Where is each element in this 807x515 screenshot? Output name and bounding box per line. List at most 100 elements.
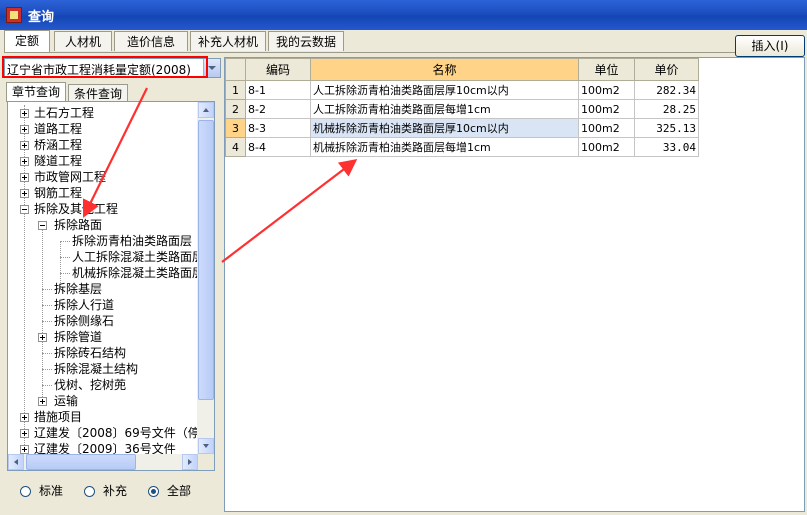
radio-standard-circle[interactable]	[20, 486, 31, 497]
tree-item-label: 拆除及其他工程	[34, 202, 119, 216]
tree-item-label: 拆除管道	[54, 330, 103, 344]
table-header-row: 编码 名称 单位 单价	[225, 58, 699, 81]
row-number[interactable]: 4	[225, 137, 246, 157]
tree-item-label: 辽建发〔2008〕69号文件（停止	[34, 426, 212, 440]
vertical-scrollbar[interactable]	[197, 102, 214, 454]
cell-code[interactable]: 8-2	[245, 99, 311, 119]
expand-icon[interactable]	[38, 333, 47, 342]
tree-item-label: 机械拆除混凝土类路面层	[72, 266, 205, 280]
quota-table: 编码 名称 单位 单价 1 8-1 人工拆除沥青柏油类路面层厚10cm以内 10…	[225, 58, 699, 157]
tree-connector	[60, 257, 70, 258]
table-row[interactable]: 4 8-4 机械拆除沥青柏油类路面层每增1cm 100m2 33.04	[225, 137, 699, 157]
insert-button[interactable]: 插入(I)	[735, 35, 805, 57]
cell-code[interactable]: 8-3	[245, 118, 311, 138]
chevron-down-icon[interactable]	[203, 59, 220, 77]
collapse-icon[interactable]	[38, 221, 47, 230]
scroll-thumb[interactable]	[198, 120, 214, 400]
cell-name[interactable]: 人工拆除沥青柏油类路面层厚10cm以内	[310, 80, 579, 100]
expand-icon[interactable]	[20, 189, 29, 198]
tree-connector	[42, 369, 52, 370]
cell-price[interactable]: 325.13	[634, 118, 699, 138]
table-row[interactable]: 2 8-2 人工拆除沥青柏油类路面层每增1cm 100m2 28.25	[225, 99, 699, 119]
title-bar: 查询	[0, 0, 807, 30]
tree-connector	[42, 385, 52, 386]
cell-unit[interactable]: 100m2	[578, 118, 635, 138]
cell-code[interactable]: 8-1	[245, 80, 311, 100]
collapse-icon[interactable]	[20, 205, 29, 214]
tab-quota[interactable]: 定额	[4, 30, 50, 53]
row-number[interactable]: 1	[225, 80, 246, 100]
tree-item-label: 拆除人行道	[54, 298, 115, 312]
scroll-down-icon[interactable]	[198, 438, 214, 454]
tab-cost-info[interactable]: 造价信息	[114, 31, 188, 51]
tree-item-label: 市政管网工程	[34, 170, 107, 184]
radio-all-circle[interactable]	[148, 486, 159, 497]
expand-icon[interactable]	[20, 109, 29, 118]
expand-icon[interactable]	[20, 157, 29, 166]
main-tabs: 定额 人材机 造价信息 补充人材机 我的云数据	[4, 30, 804, 53]
tab-chapter-query[interactable]: 章节查询	[6, 82, 66, 102]
tree-item-label: 运输	[54, 394, 79, 408]
column-header-price[interactable]: 单价	[634, 58, 699, 81]
tree-connector	[60, 241, 70, 242]
expand-icon[interactable]	[20, 429, 29, 438]
cell-price[interactable]: 28.25	[634, 99, 699, 119]
tab-condition-query[interactable]: 条件查询	[68, 84, 128, 102]
tree-guide-line	[42, 225, 43, 405]
radio-standard-label: 标准	[39, 484, 64, 498]
app-icon	[6, 7, 22, 23]
cell-price[interactable]: 33.04	[634, 137, 699, 157]
expand-icon[interactable]	[20, 141, 29, 150]
tree-item-label: 拆除侧缘石	[54, 314, 115, 328]
radio-all-label: 全部	[167, 484, 192, 498]
scroll-right-icon[interactable]	[182, 454, 198, 470]
cell-unit[interactable]: 100m2	[578, 99, 635, 119]
column-header-rownum	[225, 58, 246, 81]
expand-icon[interactable]	[20, 173, 29, 182]
tree-item-label: 隧道工程	[34, 154, 83, 168]
tree-item-label: 拆除路面	[54, 218, 103, 232]
quota-library-value: 辽宁省市政工程消耗量定额(2008)	[7, 63, 191, 77]
tree-connector	[42, 305, 52, 306]
tab-divider	[4, 52, 804, 53]
window-title: 查询	[28, 10, 55, 25]
cell-name[interactable]: 机械拆除沥青柏油类路面层每增1cm	[310, 137, 579, 157]
tree-item-label: 桥涵工程	[34, 138, 83, 152]
tree-item-label: 伐树、挖树蔸	[54, 378, 127, 392]
chapter-tree[interactable]: 土石方工程 道路工程 桥涵工程 隧道工程 市政管网工程 钢筋工程 拆除及其他工程 拆除路面 拆除…	[7, 101, 215, 471]
radio-supplement-circle[interactable]	[84, 486, 95, 497]
tree-item-label: 拆除混凝土结构	[54, 362, 139, 376]
cell-unit[interactable]: 100m2	[578, 80, 635, 100]
column-header-name[interactable]: 名称	[310, 58, 579, 81]
expand-icon[interactable]	[38, 397, 47, 406]
tree-item-label: 拆除砖石结构	[54, 346, 127, 360]
row-number[interactable]: 2	[225, 99, 246, 119]
cell-name[interactable]: 人工拆除沥青柏油类路面层每增1cm	[310, 99, 579, 119]
table-row-current[interactable]: 3 8-3 机械拆除沥青柏油类路面层厚10cm以内 100m2 325.13	[225, 118, 699, 138]
scroll-up-icon[interactable]	[198, 102, 214, 118]
cell-code[interactable]: 8-4	[245, 137, 311, 157]
scroll-thumb-horizontal[interactable]	[26, 454, 136, 470]
quota-library-select[interactable]: 辽宁省市政工程消耗量定额(2008)	[4, 58, 221, 78]
tab-supplement[interactable]: 补充人材机	[190, 31, 266, 51]
horizontal-scrollbar[interactable]	[8, 454, 198, 470]
radio-supplement-label: 补充	[103, 484, 128, 498]
row-number[interactable]: 3	[225, 118, 246, 138]
expand-icon[interactable]	[20, 125, 29, 134]
expand-icon[interactable]	[20, 445, 29, 454]
column-header-unit[interactable]: 单位	[578, 58, 635, 81]
expand-icon[interactable]	[20, 413, 29, 422]
column-header-code[interactable]: 编码	[245, 58, 311, 81]
scroll-corner	[198, 454, 214, 470]
tree-item-label: 拆除基层	[54, 282, 103, 296]
cell-unit[interactable]: 100m2	[578, 137, 635, 157]
tab-cloud-data[interactable]: 我的云数据	[268, 31, 344, 51]
cell-name[interactable]: 机械拆除沥青柏油类路面层厚10cm以内	[310, 118, 579, 138]
scroll-left-icon[interactable]	[8, 454, 24, 470]
tree-item-label: 道路工程	[34, 122, 83, 136]
table-row[interactable]: 1 8-1 人工拆除沥青柏油类路面层厚10cm以内 100m2 282.34	[225, 80, 699, 100]
quota-grid[interactable]: 编码 名称 单位 单价 1 8-1 人工拆除沥青柏油类路面层厚10cm以内 10…	[224, 57, 805, 512]
cell-price[interactable]: 282.34	[634, 80, 699, 100]
tab-labor-material-machine[interactable]: 人材机	[54, 31, 112, 51]
tree-connector	[42, 321, 52, 322]
